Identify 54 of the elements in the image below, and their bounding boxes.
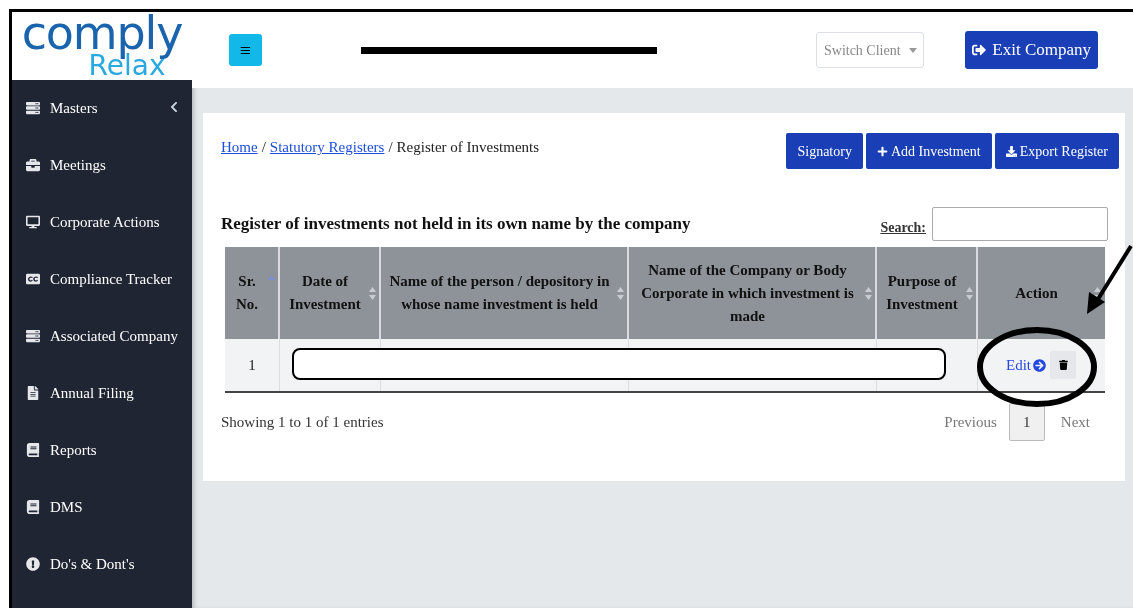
sidebar-item[interactable]: Compliance Tracker [12,266,192,323]
action-button[interactable]: Export Register [994,133,1119,169]
sidebar-label: Compliance Tracker [50,270,173,289]
breadcrumb-link[interactable]: Home [221,139,258,155]
trash-icon [1058,360,1068,370]
action-button[interactable]: Signatory [786,133,863,169]
download-icon [1005,145,1017,157]
sidebar-label: Annual Filing [50,384,134,403]
table-cell: 1 [225,339,280,391]
breadcrumb-separator: / [388,139,393,155]
search-field[interactable] [932,207,1108,241]
caret-down-icon [908,47,917,53]
server-icon [26,329,40,344]
breadcrumb-separator: / [261,139,266,155]
sidebar-label: Corporate Actions [50,213,160,232]
sidebar-label: DMS [50,498,83,517]
sidebar-item[interactable]: Corporate Actions [12,209,192,266]
exit-company-button[interactable]: Exit Company [965,31,1098,69]
entries-info: Showing 1 to 1 of 1 entries [221,412,385,432]
edit-link[interactable]: Edit [1006,353,1046,377]
breadcrumb-link[interactable]: Statutory Registers [269,139,385,155]
arrow-right-icon [1033,358,1046,372]
monitor-icon [26,215,40,230]
book-icon [26,443,40,458]
sidebar-item[interactable]: Annual Filing [12,380,192,437]
table-title: Register of investments not held in its own name by the company [221,212,692,235]
sidebar-item[interactable]: Associated Company [12,323,192,380]
sidebar-label: Meetings [50,156,106,175]
action-button[interactable]: Add Investment [865,133,992,169]
next-button[interactable]: Next [1044,410,1090,434]
cc-icon [26,272,40,287]
book-icon [26,500,40,515]
sidebar-label: Do's & Dont's [50,555,135,574]
page-button[interactable]: 1 [1008,403,1045,441]
exit-icon [972,43,987,57]
briefcase-icon [26,158,40,173]
breadcrumb-current: Register of Investments [396,139,540,155]
sidebar-item[interactable]: Reports [12,437,192,494]
document-icon [26,386,40,401]
sidebar-label: Masters [50,99,98,118]
switch-client-dropdown[interactable]: Switch Client [816,32,925,68]
delete-button[interactable] [1050,351,1076,379]
plus-icon [876,145,888,157]
server-icon [26,101,40,116]
sidebar-item[interactable]: DMS [12,494,192,551]
menu-button[interactable]: ≡ [229,34,262,66]
sidebar-label: Reports [50,441,97,460]
search-label: Search: [880,219,926,237]
exclamation-icon [26,557,40,572]
sidebar-item[interactable]: Do's & Dont's [12,551,192,608]
previous-button[interactable]: Previous [932,410,1009,434]
sidebar-item[interactable]: Masters [12,95,192,152]
sidebar-label: Associated Company [50,327,178,346]
sidebar-item[interactable]: Meetings [12,152,192,209]
